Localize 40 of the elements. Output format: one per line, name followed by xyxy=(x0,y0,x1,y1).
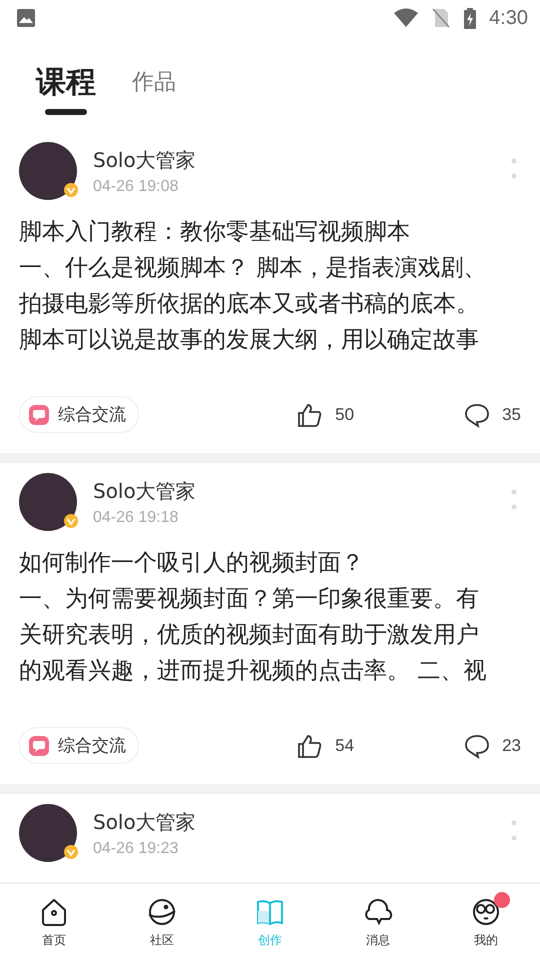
nav-tab[interactable]: 社区 xyxy=(108,884,216,960)
post-text-line: 一、什么是视频脚本？ 脚本，是指表演戏剧、 xyxy=(19,254,488,283)
post-text-line: 如何制作一个吸引人的视频封面？ xyxy=(19,549,365,578)
post-text-line: 一、为何需要视频封面？第一印象很重要。有 xyxy=(19,585,480,614)
verified-badge-icon xyxy=(63,182,79,198)
post-text-line: 的观看兴趣，进而提升视频的点击率。 二、视 xyxy=(19,657,488,686)
comment-button[interactable]: 35 xyxy=(464,402,521,428)
topic-tag[interactable]: 综合交流 xyxy=(19,396,139,433)
battery-icon xyxy=(463,7,478,29)
no-sim-icon xyxy=(431,7,452,29)
nav-tab[interactable]: 我的 xyxy=(432,884,540,960)
chat-icon xyxy=(28,404,50,426)
chat-icon xyxy=(28,734,50,756)
post-text-line: 脚本可以说是故事的发展大纲，用以确定故事 xyxy=(19,326,480,355)
tab[interactable]: 课程 xyxy=(36,62,96,114)
wifi-icon xyxy=(393,8,420,28)
post-time: 04-26 19:18 xyxy=(93,508,180,526)
like-button[interactable]: 54 xyxy=(297,732,354,758)
thumbs-up-icon xyxy=(297,732,324,758)
author-name: Solo大管家 xyxy=(93,478,197,504)
post-text-line: 拍摄电影等所依据的底本又或者书稿的底本。 xyxy=(19,290,480,319)
speech-bubble-icon xyxy=(464,732,490,758)
comment-button[interactable]: 23 xyxy=(464,732,521,758)
topic-tag[interactable]: 综合交流 xyxy=(19,727,139,764)
verified-badge-icon xyxy=(63,844,79,860)
thumbs-up-icon xyxy=(297,402,324,428)
like-button[interactable]: 50 xyxy=(297,402,354,428)
verified-badge-icon xyxy=(63,513,79,529)
image-icon xyxy=(16,8,36,28)
post-time: 04-26 19:23 xyxy=(93,840,180,858)
post-text-line: 脚本入门教程：教你零基础写视频脚本 xyxy=(19,218,411,247)
clock-time: 4:30 xyxy=(489,6,528,30)
tab[interactable]: 作品 xyxy=(132,67,176,109)
author-name: Solo大管家 xyxy=(93,808,197,836)
speech-bubble-icon xyxy=(464,402,490,428)
author-name: Solo大管家 xyxy=(93,146,197,174)
nav-tab[interactable]: 消息 xyxy=(324,884,432,960)
post-text-line: 关研究表明，优质的视频封面有助于激发用户 xyxy=(19,621,480,650)
nav-tab[interactable]: 首页 xyxy=(0,884,108,960)
post-time: 04-26 19:08 xyxy=(93,178,180,196)
